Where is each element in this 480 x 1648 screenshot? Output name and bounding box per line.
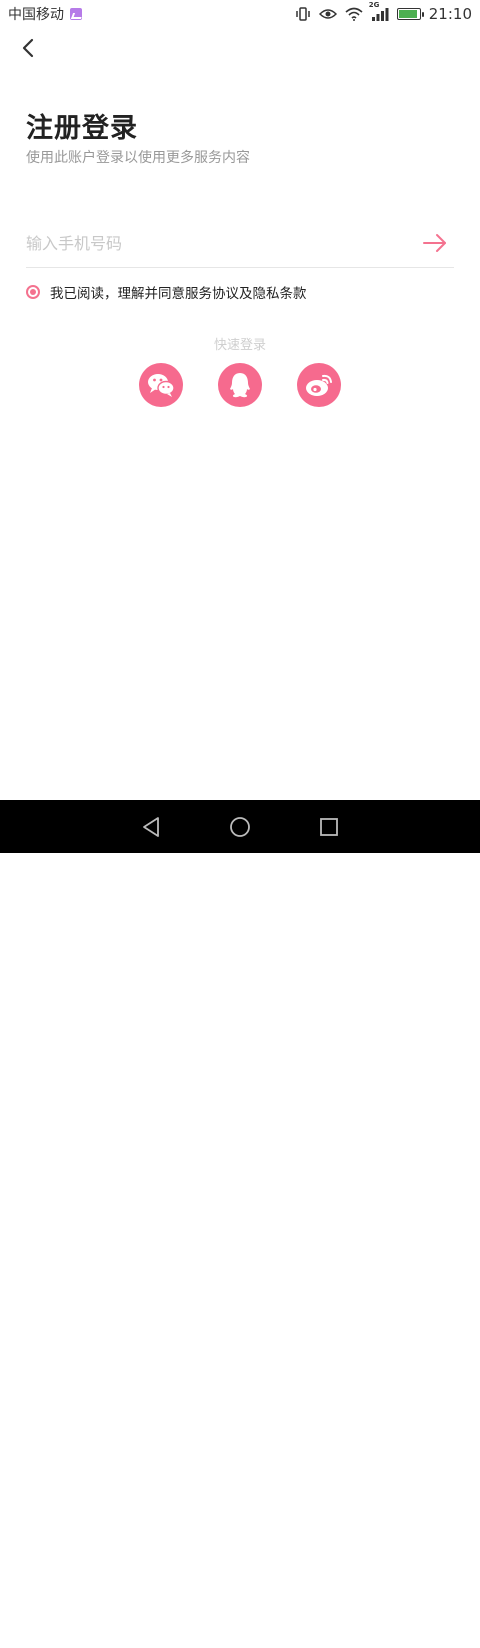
watermark-url: jingyan.baidu.com xyxy=(372,1632,456,1642)
back-button[interactable] xyxy=(14,34,42,62)
status-left: 中国移动 xyxy=(8,4,82,24)
wechat-icon xyxy=(148,374,175,397)
watermark-brand: Bai 经验 xyxy=(372,1608,451,1630)
network-type-label: 2G xyxy=(368,1,380,9)
agreement-radio[interactable] xyxy=(26,285,40,299)
nav-back-button[interactable] xyxy=(138,814,164,840)
social-login-row xyxy=(139,363,341,407)
status-right: 2G 21:10 xyxy=(295,1,472,23)
quick-login-title: 快速登录 xyxy=(213,338,266,353)
agreement-row: 我已阅读，理解并同意服务协议及隐私条款 xyxy=(26,282,307,302)
circle-home-icon xyxy=(230,817,250,837)
battery-icon xyxy=(396,8,424,20)
wechat-login-button[interactable] xyxy=(139,363,183,407)
agreement-text[interactable]: 我已阅读，理解并同意服务协议及隐私条款 xyxy=(50,282,307,302)
qq-icon xyxy=(230,373,250,398)
nav-recents-button[interactable] xyxy=(316,814,342,840)
nav-home-button[interactable] xyxy=(227,814,253,840)
weibo-login-button[interactable] xyxy=(297,363,341,407)
arrow-right-icon xyxy=(423,234,446,252)
qq-login-button[interactable] xyxy=(218,363,262,407)
weibo-icon xyxy=(306,374,332,396)
signal-icon: 2G xyxy=(369,1,389,21)
status-bar: 中国移动 2G 21:10 xyxy=(0,0,480,28)
phone-input[interactable] xyxy=(26,228,406,258)
carrier-label: 中国移动 xyxy=(8,7,64,23)
clock: 21:10 xyxy=(428,5,472,23)
baidu-jingyan-watermark: Bai 经验 jingyan.baidu.com xyxy=(372,1604,476,1648)
phone-input-row xyxy=(26,222,454,268)
square-recents-icon xyxy=(320,818,338,836)
vibrate-icon xyxy=(295,7,311,21)
page-title: 注册登录 xyxy=(26,113,138,144)
submit-button[interactable] xyxy=(422,230,448,256)
eye-comfort-icon xyxy=(318,8,337,20)
gallery-notification-icon xyxy=(70,8,82,20)
chevron-left-icon xyxy=(22,38,34,58)
triangle-back-icon xyxy=(143,817,159,837)
page-subtitle: 使用此账户登录以使用更多服务内容 xyxy=(26,150,250,166)
navigation-bar: Bai 经验 jingyan.baidu.com xyxy=(0,800,480,1642)
wifi-icon xyxy=(345,7,363,21)
